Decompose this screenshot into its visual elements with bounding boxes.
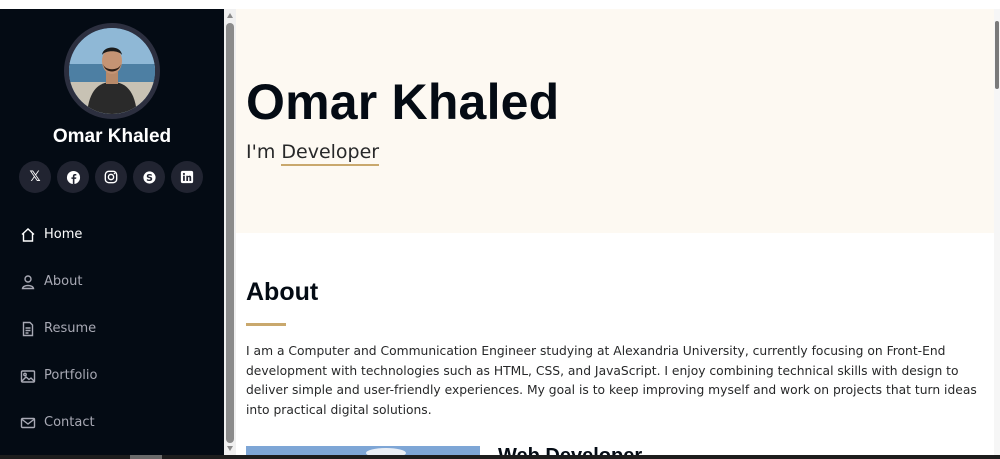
about-title-underline [246,323,286,326]
nav-item-home[interactable]: Home [0,211,224,258]
file-text-icon [22,321,34,336]
page-scrollbar[interactable] [994,9,1000,455]
nav-item-label: Resume [44,321,97,336]
horizontal-scrollbar-thumb[interactable] [130,455,162,459]
sidebar-scrollbar-thumb[interactable] [226,23,234,443]
about-role-heading: Web Developer [498,443,642,455]
person-icon [21,274,35,289]
about-text: I am a Computer and Communication Engine… [246,344,977,417]
sidebar-scrollbar[interactable] [224,9,236,455]
hero-typed-text: Developer [281,141,380,166]
hero-prefix: I'm [246,141,276,163]
facebook-icon [66,170,80,184]
instagram-link[interactable] [95,161,127,193]
skype-link[interactable]: S [133,161,165,193]
linkedin-icon [180,170,194,184]
envelope-icon [20,417,36,428]
horizontal-scrollbar[interactable] [0,455,1000,459]
main-nav: Home About Resume Portfolio Contact [0,211,224,446]
page-scrollbar-thumb[interactable] [995,21,999,89]
nav-item-label: Home [44,227,83,242]
avatar [64,23,160,119]
skype-icon: S [142,170,156,183]
hero-section: Omar Khaled I'm Developer [236,9,994,233]
scroll-up-icon[interactable] [227,13,233,18]
about-image [246,446,480,455]
instagram-icon [104,170,118,184]
nav-item-contact[interactable]: Contact [0,399,224,446]
svg-text:S: S [146,172,153,183]
sidebar-name: Omar Khaled [52,126,172,147]
house-icon [21,227,35,242]
linkedin-link[interactable] [171,161,203,193]
hero-subtitle: I'm Developer [246,141,380,166]
x-twitter-icon: 𝕏 [29,169,41,185]
about-title: About [246,278,319,306]
nav-item-label: About [44,274,83,289]
nav-item-label: Portfolio [44,368,98,383]
nav-item-about[interactable]: About [0,258,224,305]
hero-title: Omar Khaled [246,74,560,130]
facebook-link[interactable] [57,161,89,193]
nav-item-portfolio[interactable]: Portfolio [0,352,224,399]
top-strip [0,0,1000,9]
scroll-down-icon[interactable] [227,446,233,451]
x-twitter-link[interactable]: 𝕏 [19,161,51,193]
nav-item-label: Contact [44,415,95,430]
sidebar: Omar Khaled 𝕏 S Home About Resume Portfo… [0,9,224,455]
nav-item-resume[interactable]: Resume [0,305,224,352]
images-icon [20,369,36,383]
social-links: 𝕏 S [19,161,203,193]
